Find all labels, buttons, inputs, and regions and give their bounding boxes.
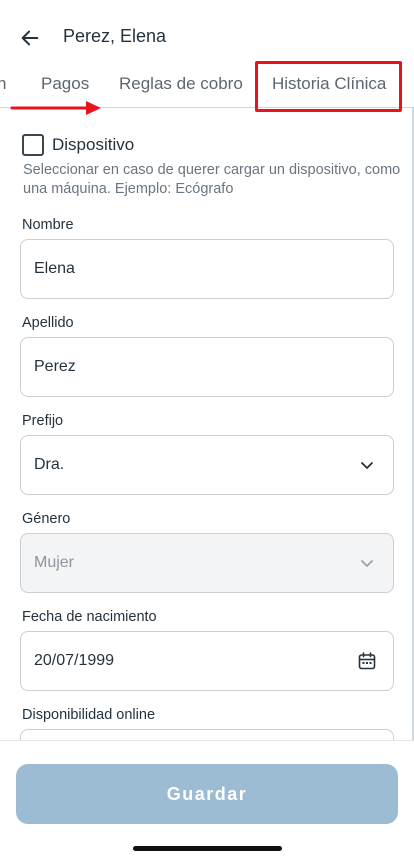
fecha-nacimiento-input[interactable]: 20/07/1999 [20, 631, 394, 691]
page-title: Perez, Elena [63, 26, 167, 46]
home-indicator [133, 846, 282, 851]
device-checkbox[interactable] [22, 134, 44, 156]
device-help-text: Seleccionar en caso de querer cargar un … [23, 162, 401, 197]
genero-select: Mujer [20, 533, 394, 593]
prefijo-value: Dra. [34, 456, 65, 473]
genero-value: Mujer [34, 554, 75, 571]
prefijo-label: Prefijo [22, 413, 64, 429]
tab-bar: n Pagos Reglas de cobro Historia Clínica [0, 60, 414, 108]
chevron-down-icon [357, 455, 377, 475]
nombre-label: Nombre [22, 217, 74, 233]
save-button[interactable]: Guardar [16, 764, 398, 824]
tab-partial[interactable]: n [0, 60, 6, 108]
patient-edit-screen: Perez, Elena n Pagos Reglas de cobro His… [0, 0, 414, 860]
disponibilidad-online-input[interactable] [20, 729, 394, 740]
genero-label: Género [22, 511, 71, 527]
arrow-left-icon [21, 30, 39, 46]
form-content: Dispositivo Seleccionar en caso de quere… [0, 108, 414, 740]
tab-reglas-de-cobro[interactable]: Reglas de cobro [119, 60, 243, 108]
apellido-input[interactable]: Perez [20, 337, 394, 397]
fecha-nacimiento-value: 20/07/1999 [34, 652, 115, 669]
nombre-input[interactable]: Elena [20, 239, 394, 299]
chevron-down-icon [357, 553, 377, 573]
fecha-nacimiento-label: Fecha de nacimiento [22, 609, 157, 625]
apellido-label: Apellido [22, 315, 74, 331]
prefijo-select[interactable]: Dra. [20, 435, 394, 495]
footer: Guardar [0, 740, 414, 860]
back-button[interactable] [16, 24, 44, 52]
disponibilidad-online-label: Disponibilidad online [22, 707, 156, 723]
device-checkbox-row[interactable]: Dispositivo [22, 134, 134, 156]
nombre-value: Elena [34, 260, 75, 277]
tab-pagos[interactable]: Pagos [41, 60, 89, 108]
calendar-icon[interactable] [357, 651, 377, 671]
tab-historia-clinica[interactable]: Historia Clínica [272, 60, 386, 108]
device-checkbox-label: Dispositivo [52, 135, 135, 154]
apellido-value: Perez [34, 358, 76, 375]
